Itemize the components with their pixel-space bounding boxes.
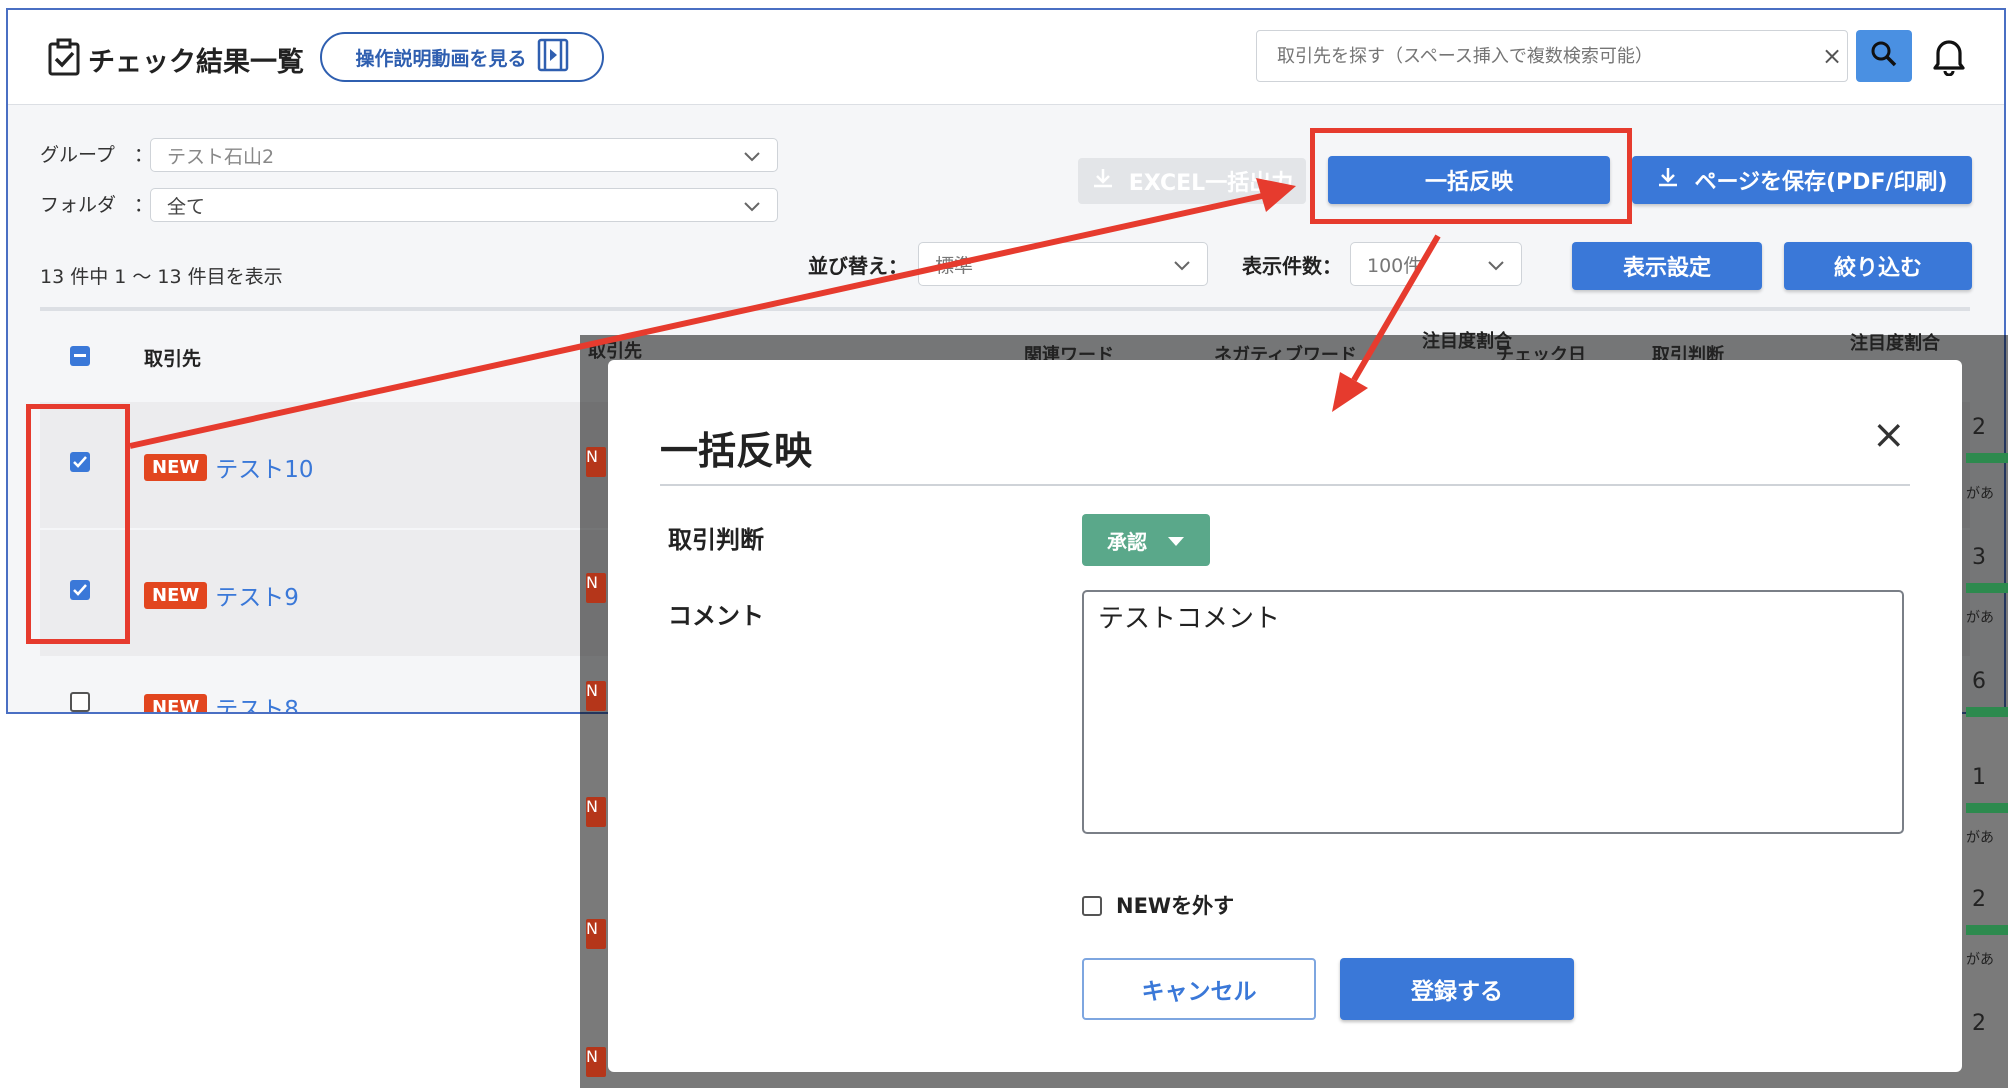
- remove-new-label: NEWを外す: [1116, 894, 1235, 918]
- submit-button[interactable]: 登録する: [1340, 958, 1574, 1020]
- modal-title: 一括反映: [660, 429, 813, 473]
- chevron-down-icon: [1173, 256, 1191, 278]
- score-bar: [1966, 707, 2008, 717]
- new-badge-stub-text: N: [586, 1047, 598, 1066]
- folder-select[interactable]: 全て: [150, 188, 778, 222]
- new-badge-stub: N: [586, 919, 606, 949]
- column-header-client: 取引先: [144, 348, 202, 370]
- filter-button[interactable]: 絞り込む: [1784, 242, 1972, 290]
- right-snippet: があ: [1966, 952, 1994, 968]
- excel-export-button[interactable]: EXCEL一括出力: [1078, 158, 1306, 204]
- client-link[interactable]: テスト8: [215, 690, 299, 712]
- folder-select-value: 全て: [167, 195, 206, 218]
- comment-textarea[interactable]: テストコメント: [1082, 590, 1904, 834]
- new-badge-stub-text: N: [586, 573, 598, 592]
- filter-label: 絞り込む: [1833, 256, 1922, 281]
- new-badge-stub: N: [586, 573, 606, 603]
- clear-search-icon[interactable]: ×: [1822, 42, 1842, 70]
- save-page-label: ページを保存(PDF/印刷): [1694, 170, 1948, 195]
- remove-new-checkbox[interactable]: [1082, 896, 1102, 916]
- group-select[interactable]: テスト石山2: [150, 138, 778, 172]
- group-label: グループ: [40, 144, 115, 166]
- bulk-apply-modal: 一括反映 × 取引判断 承認 コメント テストコメント NEWを外す キャンセル…: [608, 360, 1962, 1072]
- right-value: 2: [1972, 887, 1986, 912]
- row-client-cell: NEW テスト10: [144, 450, 314, 484]
- row-checkbox[interactable]: [70, 692, 90, 712]
- ghost-header: 注目度割合: [1850, 333, 1940, 354]
- new-badge: NEW: [144, 453, 208, 481]
- folder-label: フォルダ: [40, 194, 117, 216]
- annotation-box-bulk-button: [1310, 128, 1632, 224]
- row-client-cell: NEW テスト9: [144, 578, 299, 612]
- new-badge-stub-text: N: [586, 919, 598, 938]
- right-value: 2: [1972, 415, 1986, 440]
- film-play-icon: [537, 38, 569, 77]
- display-settings-label: 表示設定: [1622, 256, 1711, 281]
- sort-select[interactable]: 標準: [918, 242, 1208, 286]
- new-badge: NEW: [144, 693, 208, 712]
- group-select-value: テスト石山2: [167, 145, 275, 168]
- score-bar: [1966, 583, 2008, 593]
- right-snippet: があ: [1966, 486, 1994, 502]
- page-title: チェック結果一覧: [88, 47, 304, 78]
- bell-icon[interactable]: [1932, 36, 1966, 80]
- chevron-down-icon: [1487, 256, 1505, 278]
- row-client-cell: NEW テスト8: [144, 690, 299, 712]
- result-count: 13 件中 1 ～ 13 件目を表示: [40, 266, 283, 288]
- chevron-down-icon: [743, 197, 761, 219]
- right-snippet: があ: [1966, 610, 1994, 626]
- right-value: 3: [1972, 545, 1986, 570]
- score-bar: [1966, 803, 2008, 813]
- judgement-value: 承認: [1107, 529, 1147, 554]
- excel-export-label: EXCEL一括出力: [1128, 171, 1294, 196]
- new-badge-stub-text: N: [586, 447, 598, 466]
- chevron-down-icon: [743, 147, 761, 169]
- new-badge-stub: N: [586, 447, 606, 477]
- watch-tutorial-button[interactable]: 操作説明動画を見る: [320, 32, 604, 82]
- annotation-box-checkboxes: [26, 404, 130, 644]
- new-badge-stub-text: N: [586, 681, 598, 700]
- judgement-dropdown[interactable]: 承認: [1082, 514, 1210, 566]
- comment-label: コメント: [668, 602, 764, 630]
- judgement-label: 取引判断: [668, 526, 764, 554]
- new-badge-stub: N: [586, 1047, 606, 1077]
- save-page-button[interactable]: ページを保存(PDF/印刷): [1632, 156, 1972, 204]
- client-link[interactable]: テスト9: [215, 578, 299, 612]
- display-settings-button[interactable]: 表示設定: [1572, 242, 1762, 290]
- cancel-label: キャンセル: [1141, 979, 1257, 1005]
- select-all-checkbox[interactable]: [70, 346, 90, 366]
- client-link[interactable]: テスト10: [215, 450, 313, 484]
- download-icon: [1091, 166, 1115, 196]
- download-icon: [1656, 165, 1680, 195]
- right-value: 6: [1972, 669, 1986, 694]
- checklist-icon: [48, 38, 82, 80]
- watch-tutorial-label: 操作説明動画を見る: [355, 47, 527, 70]
- sort-label: 並び替え：: [808, 254, 908, 278]
- per-page-value: 100件: [1367, 254, 1423, 277]
- right-value: 1: [1972, 765, 1986, 790]
- new-badge-stub: N: [586, 681, 606, 711]
- divider: [40, 307, 1970, 311]
- right-snippet: があ: [1966, 830, 1994, 846]
- per-page-label: 表示件数：: [1242, 254, 1342, 278]
- close-icon[interactable]: ×: [1872, 412, 1906, 458]
- top-bar: チェック結果一覧 操作説明動画を見る ×: [8, 10, 2004, 105]
- modal-divider: [660, 484, 1910, 486]
- new-badge-stub-text: N: [586, 797, 598, 816]
- new-badge-stub: N: [586, 797, 606, 827]
- submit-label: 登録する: [1411, 979, 1503, 1005]
- client-search-field[interactable]: [1256, 30, 1848, 82]
- client-search-input[interactable]: [1275, 31, 1799, 81]
- score-bar: [1966, 925, 2008, 935]
- cancel-button[interactable]: キャンセル: [1082, 958, 1316, 1020]
- search-button[interactable]: [1856, 30, 1912, 82]
- new-badge: NEW: [144, 581, 208, 609]
- per-page-select[interactable]: 100件: [1350, 242, 1522, 286]
- caret-down-icon: [1167, 528, 1185, 552]
- search-icon: [1870, 40, 1898, 72]
- right-value: 2: [1972, 1011, 1986, 1036]
- score-bar: [1966, 453, 2008, 463]
- sort-select-value: 標準: [935, 254, 974, 277]
